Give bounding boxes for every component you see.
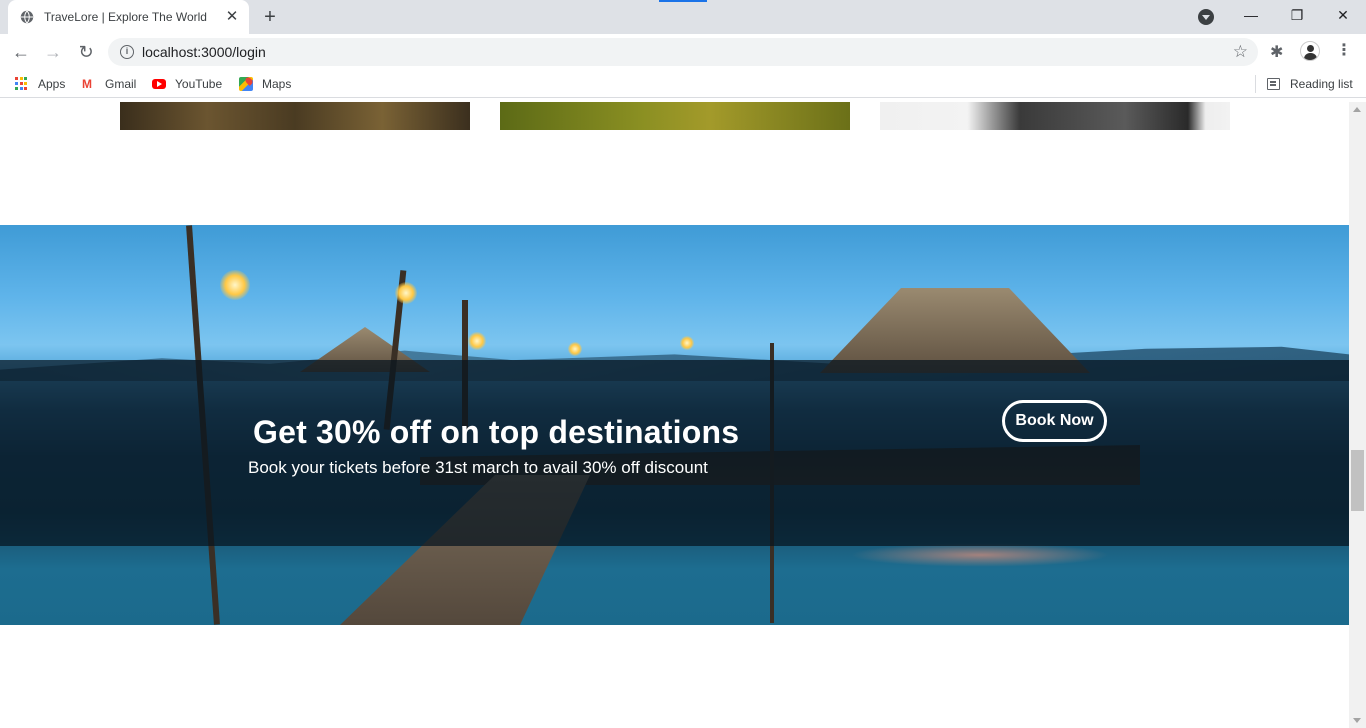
bookmark-label: Maps bbox=[262, 77, 292, 91]
page-scrollbar[interactable] bbox=[1349, 102, 1366, 728]
scroll-up-icon[interactable] bbox=[1353, 107, 1361, 112]
scroll-down-icon[interactable] bbox=[1353, 718, 1361, 723]
apps-grid-icon bbox=[15, 77, 29, 91]
reading-list-label: Reading list bbox=[1290, 77, 1353, 91]
tab-search-icon[interactable] bbox=[1198, 9, 1214, 25]
bookmarks-bar: Apps M Gmail YouTube Maps Reading list bbox=[0, 70, 1366, 98]
lamp-light bbox=[220, 270, 250, 300]
close-tab-icon[interactable]: ✕ bbox=[224, 9, 240, 25]
forward-icon[interactable]: → bbox=[41, 40, 65, 64]
promo-subtitle: Book your tickets before 31st march to a… bbox=[248, 458, 708, 477]
reading-list-button[interactable]: Reading list bbox=[1267, 76, 1353, 92]
bookmarks-separator bbox=[1255, 75, 1256, 93]
lamp-light bbox=[395, 282, 417, 304]
reload-icon[interactable]: ↻ bbox=[74, 40, 98, 64]
minimize-button[interactable]: — bbox=[1228, 0, 1274, 30]
back-icon[interactable]: ← bbox=[9, 40, 33, 64]
lamp-light bbox=[468, 332, 486, 350]
scrollbar-thumb[interactable] bbox=[1351, 450, 1364, 511]
gmail-icon: M bbox=[82, 77, 92, 91]
bookmark-label: Gmail bbox=[105, 77, 137, 91]
page-viewport: Get 30% off on top destinations Book you… bbox=[0, 102, 1366, 728]
maps-icon bbox=[239, 77, 253, 91]
destination-card-image[interactable] bbox=[880, 102, 1230, 130]
close-window-button[interactable]: ✕ bbox=[1320, 0, 1366, 30]
bookmark-gmail[interactable]: M Gmail bbox=[82, 76, 136, 92]
bookmark-label: Apps bbox=[38, 77, 66, 91]
promo-banner: Get 30% off on top destinations Book you… bbox=[0, 225, 1349, 625]
bookmark-apps[interactable]: Apps bbox=[15, 76, 65, 92]
youtube-icon bbox=[152, 79, 166, 89]
bookmark-maps[interactable]: Maps bbox=[239, 76, 291, 92]
new-tab-button[interactable]: + bbox=[258, 6, 282, 28]
browser-tab[interactable]: TraveLore | Explore The World ✕ bbox=[8, 0, 249, 34]
more-menu-icon[interactable]: ⋮ bbox=[1336, 42, 1352, 60]
restore-button[interactable]: ❐ bbox=[1274, 0, 1320, 30]
bookmark-label: YouTube bbox=[175, 77, 223, 91]
promo-overlay: Get 30% off on top destinations Book you… bbox=[0, 360, 1349, 546]
lamp-light bbox=[568, 342, 582, 356]
destination-card-image[interactable] bbox=[500, 102, 850, 130]
bookmark-star-icon[interactable]: ☆ bbox=[1233, 42, 1248, 62]
bookmark-youtube[interactable]: YouTube bbox=[152, 76, 222, 92]
url-text[interactable]: localhost:3000/login bbox=[142, 44, 266, 60]
lamp-light bbox=[680, 336, 694, 350]
top-indicator bbox=[659, 0, 707, 2]
destination-card-image[interactable] bbox=[120, 102, 470, 130]
reading-list-icon bbox=[1267, 78, 1280, 90]
browser-toolbar: ← → ↻ i localhost:3000/login ☆ ✱ ⋮ bbox=[0, 34, 1366, 70]
globe-icon bbox=[20, 10, 34, 24]
promo-title: Get 30% off on top destinations bbox=[253, 414, 740, 450]
water-reflection bbox=[850, 543, 1110, 567]
tab-title: TraveLore | Explore The World bbox=[44, 10, 207, 24]
profile-avatar-icon[interactable] bbox=[1300, 41, 1320, 61]
tab-strip: TraveLore | Explore The World ✕ + — ❐ ✕ bbox=[0, 0, 1366, 34]
info-icon[interactable]: i bbox=[120, 45, 134, 59]
extensions-icon[interactable]: ✱ bbox=[1270, 42, 1288, 61]
book-now-button[interactable]: Book Now bbox=[1002, 400, 1107, 442]
address-bar[interactable]: i localhost:3000/login ☆ bbox=[108, 38, 1258, 66]
